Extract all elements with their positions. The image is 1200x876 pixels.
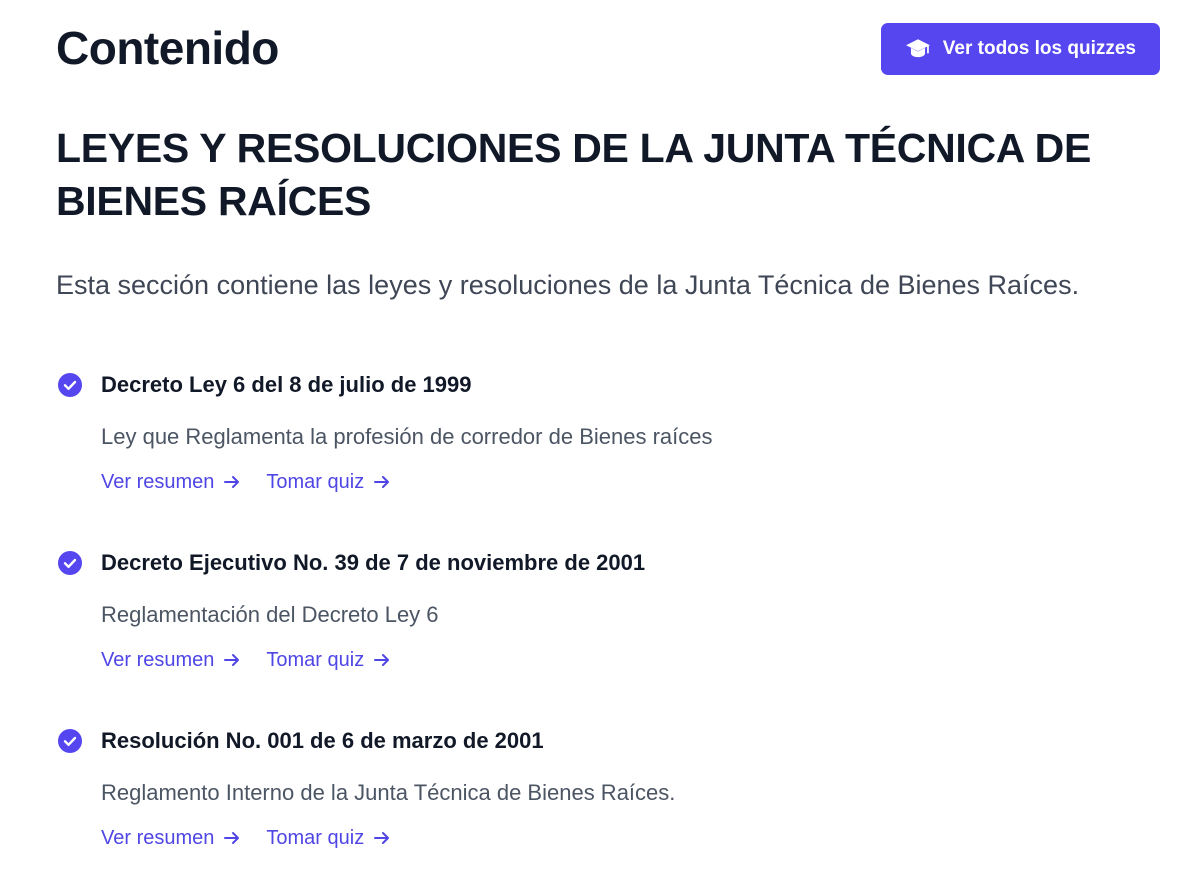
- section-intro: Esta sección contiene las leyes y resolu…: [56, 270, 1080, 300]
- page-header: Contenido Ver todos los quizzes: [56, 18, 1160, 82]
- check-circle-icon: [58, 373, 82, 397]
- view-all-quizzes-button[interactable]: Ver todos los quizzes: [880, 23, 1160, 75]
- arrow-right-icon: [372, 472, 392, 492]
- content-list: Decreto Ley 6 del 8 de julio de 1999 Ley…: [56, 364, 1156, 876]
- take-quiz-link[interactable]: Tomar quiz: [266, 468, 392, 496]
- item-links: Ver resumen Tomar quiz: [101, 824, 392, 852]
- item-links: Ver resumen Tomar quiz: [101, 646, 392, 674]
- arrow-right-icon: [222, 472, 242, 492]
- take-quiz-link[interactable]: Tomar quiz: [266, 824, 392, 852]
- view-summary-link[interactable]: Ver resumen: [101, 468, 242, 496]
- list-item: Decreto Ley 6 del 8 de julio de 1999 Ley…: [56, 364, 1156, 542]
- check-circle-icon: [58, 729, 82, 753]
- check-circle-icon: [58, 551, 82, 575]
- section-heading: LEYES Y RESOLUCIONES DE LA JUNTA TÉCNICA…: [56, 125, 1092, 224]
- take-quiz-label: Tomar quiz: [266, 649, 365, 671]
- arrow-right-icon: [372, 650, 392, 670]
- take-quiz-label: Tomar quiz: [266, 827, 365, 849]
- take-quiz-label: Tomar quiz: [266, 471, 365, 493]
- view-summary-link[interactable]: Ver resumen: [101, 646, 242, 674]
- arrow-right-icon: [222, 650, 242, 670]
- take-quiz-link[interactable]: Tomar quiz: [266, 646, 392, 674]
- view-summary-link[interactable]: Ver resumen: [101, 824, 242, 852]
- content-page: Contenido Ver todos los quizzes LEYES Y …: [0, 0, 1200, 876]
- view-summary-label: Ver resumen: [101, 649, 215, 671]
- view-all-quizzes-label: Ver todos los quizzes: [942, 38, 1136, 59]
- view-summary-label: Ver resumen: [101, 827, 215, 849]
- list-item: Decreto Ejecutivo No. 39 de 7 de noviemb…: [56, 542, 1156, 720]
- item-title: Decreto Ejecutivo No. 39 de 7 de noviemb…: [101, 550, 646, 575]
- item-description: Reglamento Interno de la Junta Técnica d…: [101, 780, 676, 805]
- item-description: Ley que Reglamenta la profesión de corre…: [101, 424, 713, 449]
- list-item: Resolución No. 001 de 6 de marzo de 2001…: [56, 720, 1156, 876]
- item-title: Resolución No. 001 de 6 de marzo de 2001: [101, 728, 544, 753]
- view-summary-label: Ver resumen: [101, 471, 215, 493]
- arrow-right-icon: [372, 828, 392, 848]
- page-title: Contenido: [56, 22, 279, 74]
- graduation-cap-icon: [905, 36, 931, 62]
- item-links: Ver resumen Tomar quiz: [101, 468, 392, 496]
- item-title: Decreto Ley 6 del 8 de julio de 1999: [101, 372, 472, 397]
- item-description: Reglamentación del Decreto Ley 6: [101, 602, 439, 627]
- arrow-right-icon: [222, 828, 242, 848]
